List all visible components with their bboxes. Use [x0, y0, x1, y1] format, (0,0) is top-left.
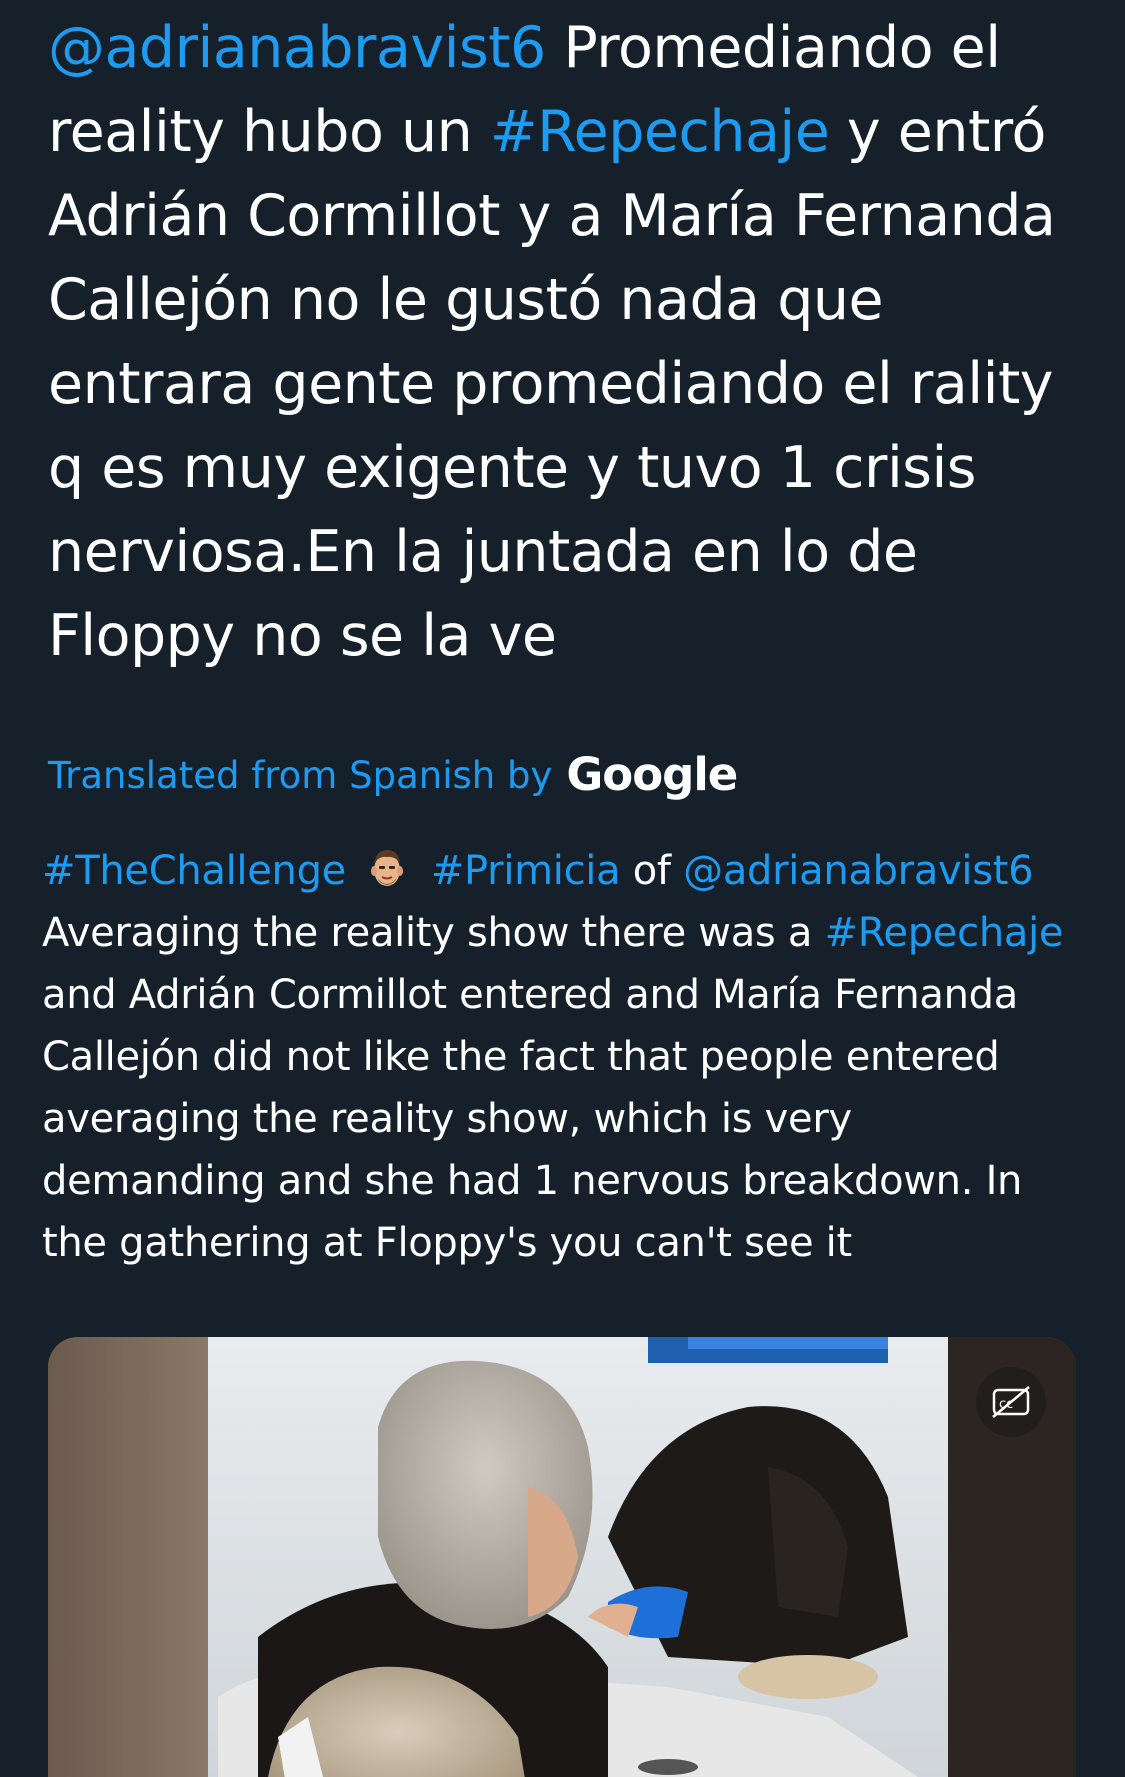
mention-link[interactable]: @adrianabravist6 [683, 848, 1033, 894]
original-tweet-line: Adrián Cormillot y a María Fernanda [48, 174, 1088, 258]
original-tweet-line: entrara gente promediando el rality [48, 342, 1088, 426]
video-frame[interactable] [48, 1337, 1076, 1777]
original-tweet-text: y entró [829, 99, 1046, 165]
translated-tweet-text: the gathering at Floppy's you can't see … [42, 1220, 852, 1266]
original-tweet-line: nerviosa.En la juntada en lo de [48, 510, 1088, 594]
original-tweet-text: nerviosa.En la juntada en lo de [48, 519, 918, 585]
translated-tweet-text: averaging the reality show, which is ver… [42, 1096, 852, 1142]
original-tweet-text: reality hubo un [48, 99, 490, 165]
closed-captions-icon: cc [992, 1386, 1030, 1418]
hashtag-link[interactable]: #Repechaje [490, 99, 830, 165]
translated-lines: Averaging the reality show there was a #… [42, 902, 1102, 1274]
google-logo: Google [566, 748, 738, 801]
original-tweet-text: Floppy no se la ve [48, 603, 557, 669]
original-tweet-line: reality hubo un #Repechaje y entró [48, 90, 1088, 174]
hashtag-link[interactable]: #Repechaje [825, 910, 1064, 956]
translated-tweet-text: #TheChallenge #Primicia of @adrianabravi… [42, 840, 1102, 1274]
original-tweet-text: entrara gente promediando el rality [48, 351, 1054, 417]
translated-tweet-line: and Adrián Cormillot entered and María F… [42, 964, 1102, 1026]
original-tweet-line: Floppy no se la ve [48, 594, 1088, 678]
mention-link[interactable]: @adrianabravist6 [48, 15, 546, 81]
translated-first-line: #TheChallenge #Primicia of @adrianabravi… [42, 840, 1102, 902]
translated-tweet-text: and Adrián Cormillot entered and María F… [42, 972, 1018, 1018]
original-tweet-text: Callejón no le gustó nada que [48, 267, 884, 333]
translated-tweet-text: demanding and she had 1 nervous breakdow… [42, 1158, 1023, 1204]
closed-captions-button[interactable]: cc [976, 1367, 1046, 1437]
of-text: of [620, 848, 684, 894]
translated-tweet-line: demanding and she had 1 nervous breakdow… [42, 1150, 1102, 1212]
original-tweet-text: @adrianabravist6 Promediando el reality h… [48, 6, 1088, 678]
video-player[interactable] [48, 1337, 1076, 1777]
translation-credit-label[interactable]: Translated from Spanish by [48, 754, 552, 797]
original-tweet-text: Promediando el [545, 15, 1001, 81]
translation-credit[interactable]: Translated from Spanish by Google [48, 747, 738, 802]
original-tweet-line: q es muy exigente y tuvo 1 crisis [48, 426, 1088, 510]
hashtag-thechallenge[interactable]: #TheChallenge [42, 848, 346, 894]
original-tweet-line: @adrianabravist6 Promediando el [48, 6, 1088, 90]
translated-tweet-line: Averaging the reality show there was a #… [42, 902, 1102, 964]
translated-tweet-line: Callejón did not like the fact that peop… [42, 1026, 1102, 1088]
original-tweet-text: Adrián Cormillot y a María Fernanda [48, 183, 1056, 249]
translated-tweet-text: Averaging the reality show there was a [42, 910, 825, 956]
translated-tweet-line: averaging the reality show, which is ver… [42, 1088, 1102, 1150]
face-emoji-icon [371, 850, 404, 886]
original-tweet-line: Callejón no le gustó nada que [48, 258, 1088, 342]
translated-tweet-text: Callejón did not like the fact that peop… [42, 1034, 1000, 1080]
original-tweet-text: q es muy exigente y tuvo 1 crisis [48, 435, 977, 501]
translated-tweet-line: the gathering at Floppy's you can't see … [42, 1212, 1102, 1274]
hashtag-primicia[interactable]: #Primicia [431, 848, 621, 894]
